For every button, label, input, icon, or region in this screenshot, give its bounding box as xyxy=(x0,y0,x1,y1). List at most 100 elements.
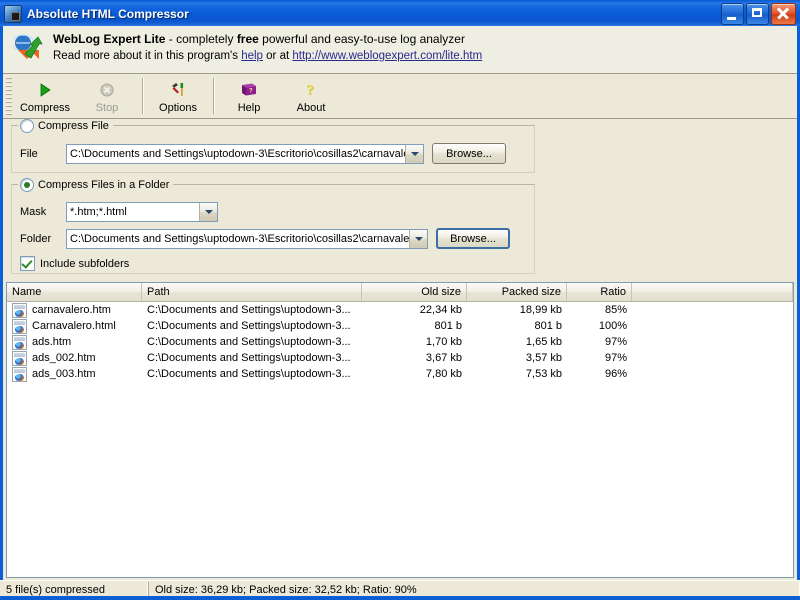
column-header-filler xyxy=(632,283,793,301)
compress-file-group: Compress File File C:\Documents and Sett… xyxy=(11,119,535,173)
banner-website-link[interactable]: http://www.weblogexpert.com/lite.htm xyxy=(292,50,482,62)
toolbar-grip[interactable] xyxy=(6,77,12,115)
results-list[interactable]: Name Path Old size Packed size Ratio car… xyxy=(6,282,794,578)
compression-source-form: Compress File File C:\Documents and Sett… xyxy=(3,119,797,274)
file-field-row: File C:\Documents and Settings\uptodown-… xyxy=(20,143,526,164)
compress-folder-radio[interactable] xyxy=(20,178,34,192)
weblog-expert-logo-icon xyxy=(11,32,45,64)
row-packed-size: 7,53 kb xyxy=(525,368,562,380)
results-list-header: Name Path Old size Packed size Ratio xyxy=(7,283,793,302)
app-icon xyxy=(4,4,22,23)
file-browse-button[interactable]: Browse... xyxy=(432,143,506,164)
about-button[interactable]: ? ? About xyxy=(280,74,342,118)
table-row[interactable]: ads.htm C:\Documents and Settings\uptodo… xyxy=(7,334,793,350)
folder-label: Folder xyxy=(20,232,52,245)
file-label: File xyxy=(20,147,38,160)
compress-file-legend-label: Compress File xyxy=(38,120,109,132)
help-button[interactable]: ? Help xyxy=(218,74,280,118)
row-ratio: 85% xyxy=(604,304,627,316)
results-list-body: carnavalero.htm C:\Documents and Setting… xyxy=(7,302,793,577)
row-ratio: 97% xyxy=(604,336,627,348)
svg-text:?: ? xyxy=(249,89,253,95)
mask-field-row: Mask *.htm;*.html xyxy=(20,202,526,222)
row-ratio: 97% xyxy=(604,352,627,364)
column-header-ratio[interactable]: Ratio xyxy=(567,283,632,301)
question-mark-icon: ? ? xyxy=(304,80,318,100)
row-packed-size: 801 b xyxy=(534,320,562,332)
column-header-old-size[interactable]: Old size xyxy=(362,283,467,301)
file-path-value: C:\Documents and Settings\uptodown-3\Esc… xyxy=(70,147,405,160)
maximize-button[interactable] xyxy=(746,2,769,25)
banner-help-link[interactable]: help xyxy=(241,50,263,62)
mask-combo[interactable]: *.htm;*.html xyxy=(66,202,218,222)
html-document-icon xyxy=(12,334,27,350)
help-book-icon: ? xyxy=(241,80,257,100)
banner-dash: - completely xyxy=(165,32,237,46)
include-subfolders-row[interactable]: Include subfolders xyxy=(20,256,526,271)
folder-browse-button[interactable]: Browse... xyxy=(436,228,510,249)
main-toolbar: Compress Stop Options ? Help ? ? About xyxy=(3,74,797,119)
html-document-icon xyxy=(12,318,27,334)
play-icon xyxy=(38,80,52,100)
table-row[interactable]: Carnavalero.html C:\Documents and Settin… xyxy=(7,318,793,334)
tools-icon xyxy=(170,80,186,100)
banner-text: WebLog Expert Lite - completely free pow… xyxy=(53,30,791,64)
row-name-text: ads_002.htm xyxy=(32,352,96,364)
row-name-cell: ads_002.htm xyxy=(7,350,142,366)
stop-icon xyxy=(100,80,114,100)
minimize-button[interactable] xyxy=(721,2,744,25)
folder-field-row: Folder C:\Documents and Settings\uptodow… xyxy=(20,228,526,249)
banner-tagline: powerful and easy-to-use log analyzer xyxy=(258,32,465,46)
html-document-icon xyxy=(12,366,27,382)
options-button-label: Options xyxy=(159,102,197,114)
title-bar: Absolute HTML Compressor xyxy=(0,0,800,26)
about-button-label: About xyxy=(296,102,326,114)
row-packed-size: 18,99 kb xyxy=(519,304,562,316)
row-path-cell: C:\Documents and Settings\uptodown-3... xyxy=(147,352,351,364)
stop-button-label: Stop xyxy=(95,102,119,114)
compress-button[interactable]: Compress xyxy=(14,74,76,118)
compress-folder-legend: Compress Files in a Folder xyxy=(18,178,174,192)
banner-subline: Read more about it in this program's hel… xyxy=(53,49,791,64)
file-path-combo[interactable]: C:\Documents and Settings\uptodown-3\Esc… xyxy=(66,143,424,164)
window-bottom-border xyxy=(0,596,800,600)
chevron-down-icon[interactable] xyxy=(199,203,217,221)
banner-subline-prefix: Read more about it in this program's xyxy=(53,50,242,62)
folder-path-combo[interactable]: C:\Documents and Settings\uptodown-3\Esc… xyxy=(66,228,428,249)
row-name-cell: Carnavalero.html xyxy=(7,318,142,334)
row-ratio: 100% xyxy=(598,320,627,332)
window-controls xyxy=(721,2,798,25)
column-header-packed-size[interactable]: Packed size xyxy=(467,283,567,301)
table-row[interactable]: carnavalero.htm C:\Documents and Setting… xyxy=(7,302,793,318)
column-header-name[interactable]: Name xyxy=(7,283,142,301)
table-row[interactable]: ads_003.htm C:\Documents and Settings\up… xyxy=(7,366,793,382)
mask-label: Mask xyxy=(20,206,47,218)
app-window: Absolute HTML Compressor WebLog Expert L… xyxy=(0,0,800,600)
table-row[interactable]: ads_002.htm C:\Documents and Settings\up… xyxy=(7,350,793,366)
window-title: Absolute HTML Compressor xyxy=(27,6,189,21)
chevron-down-icon[interactable] xyxy=(409,229,427,248)
chevron-down-icon[interactable] xyxy=(405,144,423,163)
toolbar-separator-2 xyxy=(213,78,214,114)
compress-button-label: Compress xyxy=(19,102,71,114)
toolbar-separator-1 xyxy=(142,78,143,114)
promo-banner: WebLog Expert Lite - completely free pow… xyxy=(3,26,797,74)
mask-value: *.htm;*.html xyxy=(70,206,127,218)
row-old-size: 3,67 kb xyxy=(425,352,462,364)
stop-button[interactable]: Stop xyxy=(76,74,138,118)
options-button[interactable]: Options xyxy=(147,74,209,118)
row-old-size: 22,34 kb xyxy=(419,304,462,316)
row-packed-size: 1,65 kb xyxy=(525,336,562,348)
column-header-path[interactable]: Path xyxy=(142,283,362,301)
row-old-size: 1,70 kb xyxy=(425,336,462,348)
close-button[interactable] xyxy=(771,2,796,25)
include-subfolders-checkbox[interactable] xyxy=(20,256,35,271)
banner-headline: WebLog Expert Lite - completely free pow… xyxy=(53,32,791,47)
row-name-cell: ads_003.htm xyxy=(7,366,142,382)
row-name-text: ads.htm xyxy=(32,336,72,348)
compress-file-radio[interactable] xyxy=(20,119,34,133)
include-subfolders-label: Include subfolders xyxy=(40,257,130,270)
row-path-cell: C:\Documents and Settings\uptodown-3... xyxy=(147,304,351,316)
row-old-size: 7,80 kb xyxy=(425,368,462,380)
row-name-text: carnavalero.htm xyxy=(32,304,111,316)
